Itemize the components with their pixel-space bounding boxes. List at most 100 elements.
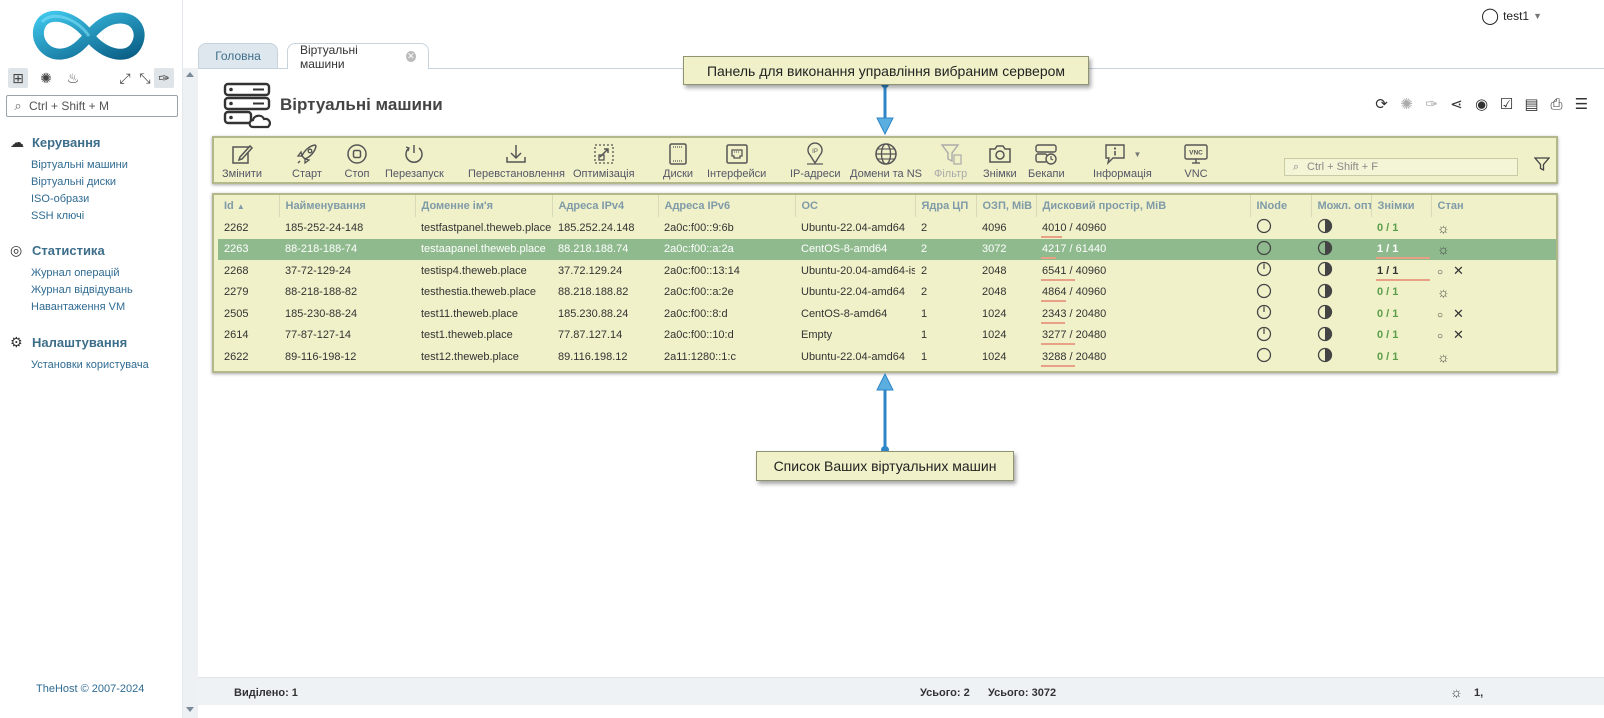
edit-button[interactable]: Змінити <box>222 142 262 182</box>
cell-ipv6: 2a0c:f00::8:d <box>664 307 728 320</box>
user-menu[interactable]: ◯ test1 ▼ <box>1481 6 1542 26</box>
scroll-up-icon[interactable] <box>186 72 194 77</box>
nav-item-vm-load[interactable]: Навантаження VM <box>31 299 133 316</box>
expand-icon[interactable]: ⤢ <box>115 68 135 88</box>
close-icon[interactable]: ✕ <box>1453 306 1464 321</box>
sidebar-search-input[interactable] <box>29 99 169 113</box>
interfaces-button[interactable]: Інтерфейси <box>707 142 766 182</box>
cell-ipv6: 2a0c:f00::13:14 <box>664 264 740 277</box>
table-row[interactable]: 2262 185-252-24-148 testfastpanel.theweb.p… <box>218 217 1556 239</box>
col-optimize[interactable]: Можл. опт <box>1311 195 1372 217</box>
fire-icon[interactable]: ♨ <box>63 68 83 88</box>
snapshots-button[interactable]: Знімки <box>983 142 1017 182</box>
gear-badge-icon[interactable]: ✺ <box>1394 95 1419 113</box>
grid-search[interactable]: ⌕ <box>1284 158 1518 176</box>
record-icon[interactable]: ◉ <box>1469 95 1494 113</box>
checklist-icon[interactable]: ☑ <box>1494 95 1519 113</box>
cell-disk: 2343 / 20480 <box>1036 303 1250 325</box>
filter-button[interactable] <box>1532 154 1552 174</box>
backups-button[interactable]: Бекапи <box>1028 142 1065 182</box>
cell-disk: 4010 / 40960 <box>1036 217 1250 239</box>
nav-item-operations-log[interactable]: Журнал операцій <box>31 265 133 282</box>
filter-doc-button[interactable]: Фільтр <box>934 142 967 182</box>
col-cpu[interactable]: Ядра ЦП <box>915 195 977 217</box>
nav-item-user-settings[interactable]: Установки користувача <box>31 357 149 374</box>
cell-optimize <box>1311 238 1371 260</box>
vnc-badge-text: VNC <box>1189 150 1203 157</box>
col-inode[interactable]: INode <box>1250 195 1312 217</box>
disks-button[interactable]: Диски <box>663 142 693 182</box>
nav-title-settings: ⚙ Налаштування <box>10 333 149 351</box>
grid-search-input[interactable] <box>1307 161 1507 173</box>
stop-button[interactable]: Стоп <box>343 142 371 182</box>
cell-cpu: 1 <box>921 350 928 363</box>
col-domain[interactable]: Доменне ім'я <box>415 195 553 217</box>
col-id[interactable]: Id ▲ <box>218 195 280 217</box>
nav-item-virtual-disks[interactable]: Віртуальні диски <box>31 174 128 191</box>
table-row[interactable]: 2614 77-87-127-14 test1.theweb.place 77.87.… <box>218 325 1556 347</box>
col-os[interactable]: ОС <box>795 195 916 217</box>
close-tab-icon[interactable]: ✕ <box>405 51 416 62</box>
cell-inode <box>1250 282 1311 304</box>
disk-usage-bar <box>1041 278 1075 281</box>
restart-button[interactable]: Перезапуск <box>385 142 444 182</box>
vnc-button[interactable]: VNC VNC <box>1182 142 1210 182</box>
close-icon[interactable]: ✕ <box>1453 263 1464 278</box>
refresh-icon[interactable]: ⟳ <box>1369 95 1394 113</box>
table-row[interactable]: 2505 185-230-88-24 test11.theweb.place 185.… <box>218 303 1556 325</box>
nav-item-visits-log[interactable]: Журнал відвідувань <box>31 282 133 299</box>
disk-usage-text: 4010 / 40960 <box>1042 221 1107 234</box>
col-snapshots[interactable]: Знімки <box>1371 195 1432 217</box>
col-ipv4[interactable]: Адреса IPv4 <box>552 195 659 217</box>
infinity-logo-icon[interactable] <box>32 6 147 66</box>
ip-addresses-button[interactable]: IP IP-адреси <box>790 142 840 182</box>
table-row[interactable]: 2622 89-116-198-12 test12.theweb.place 89.1… <box>218 346 1556 368</box>
server-cloud-icon <box>223 82 271 129</box>
tree-view-icon[interactable]: ⊞ <box>8 68 28 88</box>
pin-icon[interactable]: ✑ <box>154 68 174 88</box>
cell-optimize <box>1311 260 1371 282</box>
stop-label: Стоп <box>344 168 370 180</box>
col-ipv6[interactable]: Адреса IPv6 <box>658 195 796 217</box>
sidebar-search[interactable]: ⌕ <box>6 95 178 117</box>
share-icon[interactable]: ⋖ <box>1444 95 1469 113</box>
print-icon[interactable]: ⎙ <box>1544 95 1569 113</box>
close-icon[interactable]: ✕ <box>1453 327 1464 342</box>
excel-icon[interactable]: ▤ <box>1519 95 1544 113</box>
table-row[interactable]: 2268 37-72-129-24 testisp4.theweb.place 37.… <box>218 260 1556 282</box>
table-row[interactable]: 2279 88-218-188-82 testhestia.theweb.place… <box>218 282 1556 304</box>
cell-ipv4: 88.218.188.74 <box>552 238 658 260</box>
half-circle-icon <box>1317 283 1333 298</box>
col-disk[interactable]: Дисковий простір, MiB <box>1036 195 1251 217</box>
callout-toolbar-hint: Панель для виконання управління вибраним… <box>683 56 1089 85</box>
optimize-button[interactable]: Оптимізація <box>573 142 635 182</box>
sidebar-scrollbar[interactable] <box>183 68 198 718</box>
scroll-down-icon[interactable] <box>186 707 194 712</box>
info-dropdown-icon[interactable]: ▼ <box>1133 150 1141 159</box>
nav-item-virtual-machines[interactable]: Віртуальні машини <box>31 157 128 174</box>
cell-inode <box>1250 325 1311 347</box>
settings-sliders-icon[interactable]: ☰ <box>1569 95 1594 113</box>
table-row[interactable]: 2263 88-218-188-74 testaapanel.theweb.plac… <box>218 238 1556 260</box>
collapse-icon[interactable]: ⤡ <box>135 68 155 88</box>
domains-ns-button[interactable]: Домени та NS <box>850 142 922 182</box>
col-state[interactable]: Стан <box>1431 195 1556 217</box>
nav-item-ssh-keys[interactable]: SSH ключі <box>31 208 128 225</box>
backup-icon <box>1035 144 1057 165</box>
optimize-icon <box>594 144 614 164</box>
gear-badge-icon[interactable]: ✺ <box>36 68 56 88</box>
half-circle-icon <box>1317 305 1333 320</box>
nav-item-iso-images[interactable]: ISO-образи <box>31 191 128 208</box>
col-name[interactable]: Найменування <box>279 195 416 217</box>
information-button[interactable]: ▼ Інформація <box>1093 142 1152 182</box>
tab-virtual-machines[interactable]: Віртуальні машини ✕ <box>287 43 429 71</box>
app-root: ⊞ ✺ ♨ ⤢ ⤡ ✑ ⌕ ☁ Керування Віртуальні маш… <box>0 0 1604 718</box>
cell-disk: 3277 / 20480 <box>1036 325 1250 347</box>
col-ram[interactable]: ОЗП, MiB <box>976 195 1037 217</box>
reinstall-button[interactable]: Перевстановлення <box>468 142 565 182</box>
start-button[interactable]: Старт <box>292 142 322 182</box>
tab-home[interactable]: Головна <box>198 43 278 68</box>
pin-icon[interactable]: ✑ <box>1419 95 1444 113</box>
table-header: Id ▲ Найменування Доменне ім'я Адреса IP… <box>218 195 1556 217</box>
nav-title-label: Керування <box>32 134 101 150</box>
